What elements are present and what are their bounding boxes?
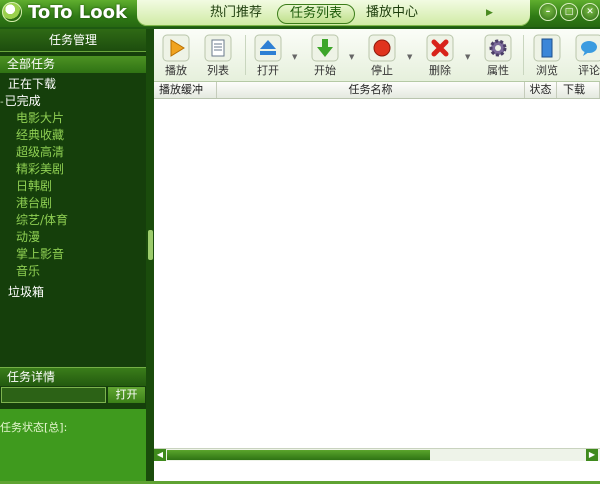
scrollbar-thumb[interactable] bbox=[167, 450, 430, 460]
delete-label: 删除 bbox=[429, 64, 451, 77]
start-button[interactable]: 开始 bbox=[306, 33, 344, 79]
column-play-buffer[interactable]: 播放缓冲 bbox=[154, 82, 217, 98]
task-detail-header: 任务详情 bbox=[0, 367, 146, 386]
sidebar: 任务管理 全部任务 正在下载 -已完成 电影大片 经典收藏 超级高清 精彩美剧 … bbox=[0, 29, 146, 481]
sidebar-item-all-tasks[interactable]: 全部任务 bbox=[0, 56, 146, 73]
sidebar-item-category[interactable]: 经典收藏 bbox=[16, 127, 64, 144]
sidebar-header: 任务管理 bbox=[0, 29, 146, 52]
play-button[interactable]: 播放 bbox=[157, 33, 195, 79]
title-bar: ToTo Look 热门推荐 任务列表 播放中心 ▶ – □ ✕ bbox=[0, 0, 600, 27]
open-label: 打开 bbox=[257, 64, 279, 77]
comment-label: 评论 bbox=[578, 64, 600, 77]
open-file-button[interactable]: 打开 bbox=[249, 33, 287, 79]
stop-label: 停止 bbox=[371, 64, 393, 77]
splitter-handle-icon[interactable] bbox=[148, 230, 153, 260]
open-dropdown-icon[interactable]: ▼ bbox=[292, 53, 297, 61]
close-button[interactable]: ✕ bbox=[581, 3, 599, 21]
sidebar-item-category[interactable]: 日韩剧 bbox=[16, 178, 52, 195]
logo-text: ToTo Look bbox=[28, 1, 127, 23]
list-icon bbox=[204, 34, 232, 62]
start-dropdown-icon[interactable]: ▼ bbox=[349, 53, 354, 61]
tab-play-center[interactable]: 播放中心 bbox=[366, 4, 418, 22]
scroll-left-icon[interactable]: ◀ bbox=[154, 449, 166, 461]
browse-door-icon bbox=[533, 34, 561, 62]
sidebar-item-category[interactable]: 港台剧 bbox=[16, 195, 52, 212]
column-task-name[interactable]: 任务名称 bbox=[217, 82, 525, 98]
app-logo: ToTo Look bbox=[2, 1, 127, 23]
eject-icon bbox=[254, 34, 282, 62]
main-panel: 播放 列表 打开 ▼ 开始 ▼ 停止 ▼ 删除 ▼ 属性 浏览 评论 播放缓冲 … bbox=[154, 29, 600, 481]
sidebar-item-category[interactable]: 电影大片 bbox=[16, 110, 64, 127]
tab-hot-recommend[interactable]: 热门推荐 bbox=[210, 4, 262, 22]
sidebar-item-completed-label: 已完成 bbox=[4, 94, 41, 108]
sidebar-item-category[interactable]: 精彩美剧 bbox=[16, 161, 64, 178]
minimize-button[interactable]: – bbox=[539, 3, 557, 21]
task-table-header: 播放缓冲 任务名称 状态 下载 bbox=[154, 82, 600, 99]
delete-x-icon bbox=[426, 34, 454, 62]
open-button[interactable]: 打开 bbox=[108, 387, 145, 403]
sidebar-item-completed[interactable]: -已完成 bbox=[0, 93, 41, 111]
sidebar-item-trash[interactable]: 垃圾箱 bbox=[8, 284, 44, 301]
horizontal-scrollbar[interactable]: ◀ ▶ bbox=[154, 448, 600, 461]
task-status-label: 任务状态[总]: bbox=[0, 421, 68, 434]
stop-icon bbox=[368, 34, 396, 62]
task-status-panel: 任务状态[总]: bbox=[0, 409, 146, 481]
collapse-toggle-icon[interactable]: - bbox=[0, 97, 4, 108]
download-arrow-icon bbox=[311, 34, 339, 62]
task-path-field[interactable] bbox=[1, 387, 106, 403]
nav-tabs: 热门推荐 任务列表 播放中心 ▶ bbox=[137, 0, 530, 26]
browse-label: 浏览 bbox=[536, 64, 558, 77]
stop-dropdown-icon[interactable]: ▼ bbox=[407, 53, 412, 61]
comment-bubble-icon bbox=[575, 34, 600, 62]
toolbar-separator bbox=[245, 35, 246, 75]
properties-button[interactable]: 属性 bbox=[479, 33, 517, 79]
column-download[interactable]: 下载 bbox=[557, 82, 600, 98]
sidebar-item-category[interactable]: 综艺/体育 bbox=[16, 212, 68, 229]
sidebar-item-category[interactable]: 音乐 bbox=[16, 263, 40, 280]
play-icon bbox=[162, 34, 190, 62]
list-button[interactable]: 列表 bbox=[199, 33, 237, 79]
toolbar: 播放 列表 打开 ▼ 开始 ▼ 停止 ▼ 删除 ▼ 属性 浏览 评论 bbox=[154, 29, 600, 82]
play-label: 播放 bbox=[165, 64, 187, 77]
toolbar-separator bbox=[523, 35, 524, 75]
sidebar-item-category[interactable]: 掌上影音 bbox=[16, 246, 64, 263]
sidebar-item-downloading[interactable]: 正在下载 bbox=[8, 76, 56, 93]
column-status[interactable]: 状态 bbox=[525, 82, 557, 98]
logo-ball-icon bbox=[2, 2, 22, 22]
list-label: 列表 bbox=[207, 64, 229, 77]
stop-button[interactable]: 停止 bbox=[363, 33, 401, 79]
start-label: 开始 bbox=[314, 64, 336, 77]
nav-arrow-icon[interactable]: ▶ bbox=[486, 8, 493, 18]
delete-dropdown-icon[interactable]: ▼ bbox=[465, 53, 470, 61]
delete-button[interactable]: 删除 bbox=[421, 33, 459, 79]
sidebar-item-category[interactable]: 超级高清 bbox=[16, 144, 64, 161]
comment-button[interactable]: 评论 bbox=[570, 33, 600, 79]
gear-icon bbox=[484, 34, 512, 62]
sidebar-item-category[interactable]: 动漫 bbox=[16, 229, 40, 246]
maximize-button[interactable]: □ bbox=[560, 3, 578, 21]
browse-button[interactable]: 浏览 bbox=[528, 33, 566, 79]
tab-task-list[interactable]: 任务列表 bbox=[277, 4, 355, 24]
properties-label: 属性 bbox=[487, 64, 509, 77]
scroll-right-icon[interactable]: ▶ bbox=[586, 449, 598, 461]
